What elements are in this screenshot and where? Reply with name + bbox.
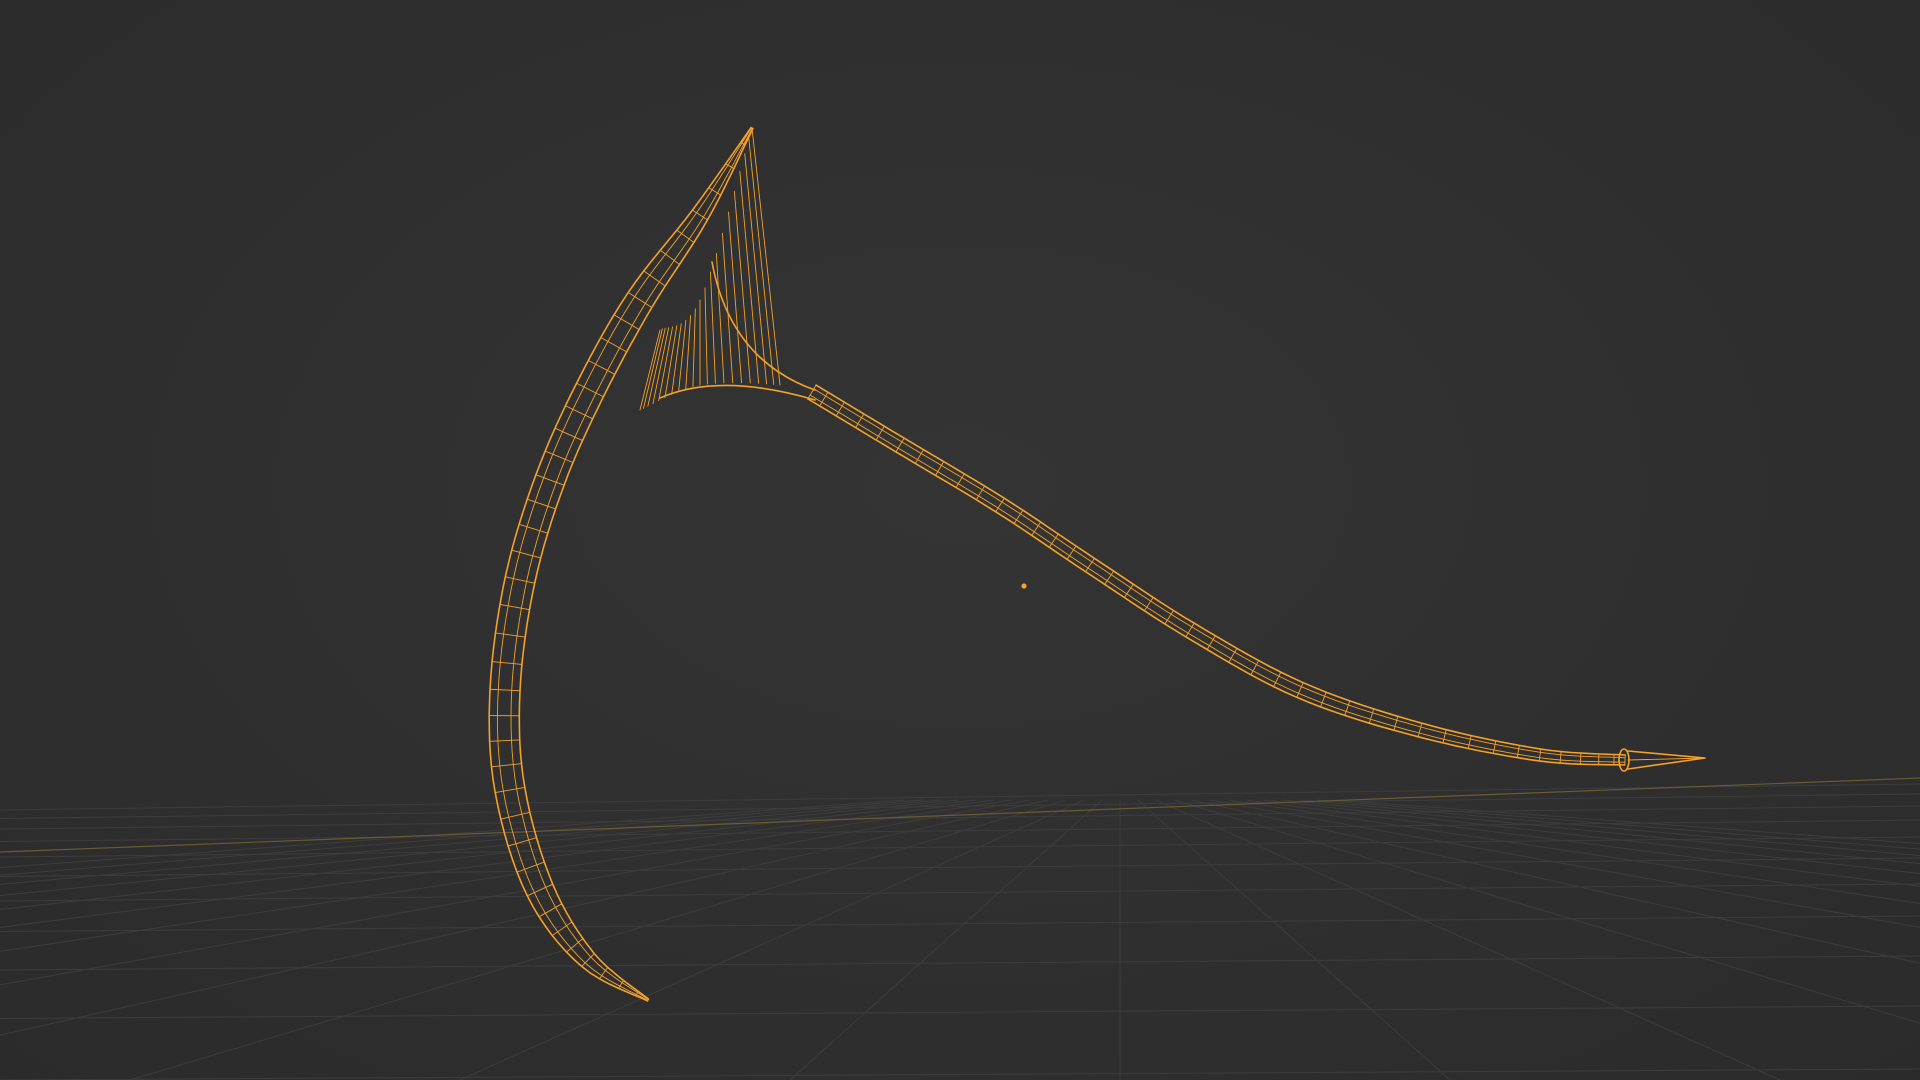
handle-ring (875, 425, 885, 441)
grid-line (0, 819, 1920, 842)
grid-line (0, 799, 923, 876)
3d-viewport[interactable] (0, 0, 1920, 1080)
grid-line (789, 799, 1103, 1080)
grid-line (0, 955, 1920, 971)
handle-ring (1393, 715, 1399, 731)
grid-line (0, 799, 941, 885)
grid-line (0, 1005, 1920, 1019)
blade-ring (526, 498, 557, 510)
web-edge (692, 308, 696, 388)
blade-ring (544, 450, 574, 463)
handle-ring (1559, 751, 1562, 764)
web-edge (748, 138, 775, 385)
web-edge (751, 127, 781, 386)
grid-line (0, 915, 1920, 932)
blade-ring (613, 314, 640, 330)
blade-ring (504, 576, 536, 584)
blade-ring (489, 688, 521, 692)
handle-ring (935, 461, 945, 476)
grid-line (1209, 799, 1920, 928)
handle-ring (1368, 708, 1375, 724)
handle-ring (975, 485, 986, 501)
handle-ring (1185, 622, 1195, 638)
blade-ring (511, 549, 542, 559)
blade-ring (627, 292, 653, 308)
viewport-scene[interactable] (0, 0, 1920, 1080)
handle-ring (1467, 735, 1472, 749)
web-edge (710, 271, 716, 384)
blade-ring (581, 953, 595, 967)
blade-ring (495, 632, 526, 638)
web-edge (678, 319, 687, 392)
grid-line (1245, 799, 1920, 887)
handle-ring (835, 401, 845, 417)
handle-loop (813, 388, 1626, 759)
handle-ring (1344, 700, 1351, 716)
handle-ring (955, 473, 965, 488)
grid-line (0, 1068, 1920, 1080)
handle-ring (1228, 647, 1238, 663)
object-origin-dot[interactable] (1021, 583, 1027, 589)
blade-ring (507, 837, 537, 847)
grid-line (0, 799, 959, 897)
blade-ring (535, 474, 565, 486)
grid-line (0, 836, 1920, 858)
grid-line (1191, 799, 1920, 964)
grid-line (0, 799, 977, 910)
handle-ring (1492, 740, 1497, 754)
handle-loop (809, 394, 1626, 763)
handle-ring (895, 437, 905, 453)
handle-ring (855, 413, 865, 429)
floor-grid (0, 783, 1920, 1080)
handle-ring (1442, 729, 1447, 744)
blade-ring (489, 739, 521, 742)
web-edge (704, 287, 708, 385)
blade-ring (587, 360, 616, 375)
blade-ring (500, 811, 531, 820)
web-edge (659, 384, 816, 401)
handle-ring (1417, 722, 1423, 738)
handle-ring (914, 449, 924, 464)
web-edge (721, 232, 734, 384)
web-edge (733, 190, 751, 384)
handle-ring (1579, 752, 1582, 765)
blade-ring (518, 523, 549, 534)
grid-line (459, 799, 1085, 1080)
grid-line (0, 799, 905, 869)
grid-line (0, 799, 1049, 1036)
web-edge (715, 252, 725, 384)
grid-line (1263, 799, 1920, 875)
blade-ring (491, 661, 523, 665)
handle-cap (1618, 748, 1630, 772)
handle-edge (815, 384, 1626, 756)
blade-ring (499, 603, 530, 611)
web-edge (685, 315, 692, 390)
grid-line (1173, 799, 1920, 1024)
handle-ring (1538, 748, 1542, 762)
web-edge (728, 211, 743, 384)
handle-ring (1206, 635, 1216, 650)
handle-ring (1516, 744, 1520, 759)
handle-ring (819, 391, 829, 407)
blade-ring (491, 763, 522, 768)
handle-ring (1320, 691, 1327, 708)
blade-ring (600, 337, 628, 353)
blade-ring (494, 786, 526, 794)
grid-line (0, 799, 995, 928)
handle-ring (1250, 660, 1260, 676)
